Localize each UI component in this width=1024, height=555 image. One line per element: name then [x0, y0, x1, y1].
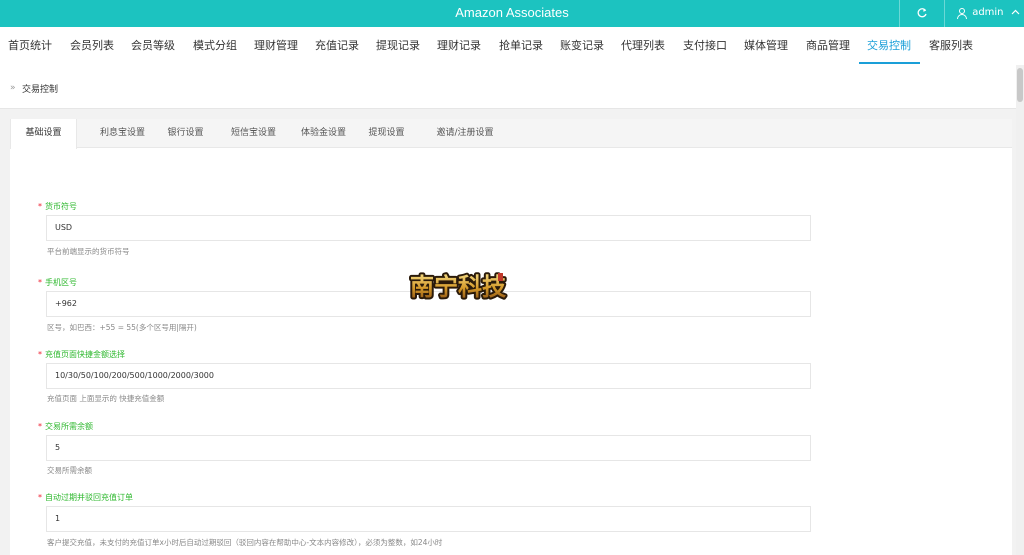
- nav-item[interactable]: 理财管理: [254, 27, 298, 65]
- user-name: admin: [972, 7, 1004, 18]
- nav-item[interactable]: 抢单记录: [499, 27, 543, 65]
- header-divider: [899, 0, 900, 27]
- field-label: * 交易所需余额: [38, 421, 93, 432]
- watermark-logo: 南宁科技 南宁科技: [403, 268, 513, 304]
- nav-item[interactable]: 账变记录: [560, 27, 604, 65]
- page-scrollbar[interactable]: [1016, 65, 1024, 555]
- tab-basic[interactable]: 基础设置: [10, 119, 77, 149]
- svg-text:南宁科技: 南宁科技: [410, 272, 507, 301]
- top-header-bar: Amazon Associates admin: [0, 0, 1024, 27]
- auto-expire-hours-input[interactable]: 1: [46, 506, 811, 532]
- tab-invite-register[interactable]: 邀请/注册设置: [420, 119, 510, 148]
- refresh-icon[interactable]: [912, 4, 932, 22]
- field-help: 平台前端显示的货币符号: [47, 247, 130, 256]
- field-label-text: 货币符号: [45, 202, 77, 211]
- scrollbar-thumb[interactable]: [1017, 68, 1023, 102]
- tab-bank[interactable]: 银行设置: [153, 119, 218, 148]
- nav-item[interactable]: 客服列表: [929, 27, 973, 65]
- header-divider: [944, 0, 945, 27]
- nav-item[interactable]: 理财记录: [437, 27, 481, 65]
- nav-item[interactable]: 模式分组: [193, 27, 237, 65]
- field-help: 交易所需余额: [47, 466, 92, 475]
- nav-item[interactable]: 充值记录: [315, 27, 359, 65]
- required-mark: *: [38, 422, 42, 431]
- double-chevron-icon: »: [10, 83, 16, 93]
- required-mark: *: [38, 202, 42, 211]
- field-label: * 手机区号: [38, 277, 77, 288]
- nav-item[interactable]: 会员等级: [131, 27, 175, 65]
- breadcrumb-current: 交易控制: [22, 85, 59, 95]
- app-title: Amazon Associates: [455, 5, 569, 20]
- field-label-text: 手机区号: [45, 278, 77, 287]
- chevron-up-icon: [1011, 0, 1020, 26]
- currency-symbol-input[interactable]: USD: [46, 215, 811, 241]
- nav-item[interactable]: 提现记录: [376, 27, 420, 65]
- user-icon: [956, 8, 967, 19]
- field-label: * 充值页面快捷金额选择: [38, 349, 125, 360]
- nav-item[interactable]: 首页统计: [8, 27, 52, 65]
- nav-item[interactable]: 代理列表: [621, 27, 665, 65]
- field-label: * 货币符号: [38, 201, 77, 212]
- field-label: * 自动过期并驳回充值订单: [38, 492, 133, 503]
- nav-item[interactable]: 媒体管理: [744, 27, 788, 65]
- field-help: 区号，如巴西：+55 = 55(多个区号用|隔开): [47, 323, 197, 332]
- tab-sms[interactable]: 短信宝设置: [216, 119, 291, 148]
- field-label-text: 充值页面快捷金额选择: [45, 350, 125, 359]
- user-menu[interactable]: admin: [956, 0, 1020, 27]
- settings-tabs: 基础设置 利息宝设置 银行设置 短信宝设置 体验金设置 提现设置 邀请/注册设置: [10, 119, 1012, 149]
- quick-amount-input[interactable]: 10/30/50/100/200/500/1000/2000/3000: [46, 363, 811, 389]
- field-label-text: 交易所需余额: [45, 422, 93, 431]
- settings-card: 基础设置 利息宝设置 银行设置 短信宝设置 体验金设置 提现设置 邀请/注册设置…: [10, 119, 1012, 555]
- nav-item-active[interactable]: 交易控制: [867, 27, 911, 65]
- nav-item[interactable]: 支付接口: [683, 27, 727, 65]
- trade-balance-input[interactable]: 5: [46, 435, 811, 461]
- nav-item[interactable]: 商品管理: [806, 27, 850, 65]
- nav-item[interactable]: 会员列表: [70, 27, 114, 65]
- field-help: 充值页面 上面显示的 快捷充值金额: [47, 394, 165, 403]
- tab-trial-fund[interactable]: 体验金设置: [286, 119, 361, 148]
- tab-interest[interactable]: 利息宝设置: [85, 119, 160, 148]
- required-mark: *: [38, 278, 42, 287]
- breadcrumb: » 交易控制: [0, 65, 1024, 109]
- main-nav: 首页统计 会员列表 会员等级 模式分组 理财管理 充值记录 提现记录 理财记录 …: [0, 27, 1024, 65]
- tab-withdraw[interactable]: 提现设置: [354, 119, 419, 148]
- required-mark: *: [38, 493, 42, 502]
- field-label-text: 自动过期并驳回充值订单: [45, 493, 133, 502]
- field-help: 客户提交充值，未支付的充值订单x小时后自动过期驳回（驳回内容在帮助中心-文本内容…: [47, 538, 443, 547]
- active-nav-underline: [859, 62, 920, 64]
- required-mark: *: [38, 350, 42, 359]
